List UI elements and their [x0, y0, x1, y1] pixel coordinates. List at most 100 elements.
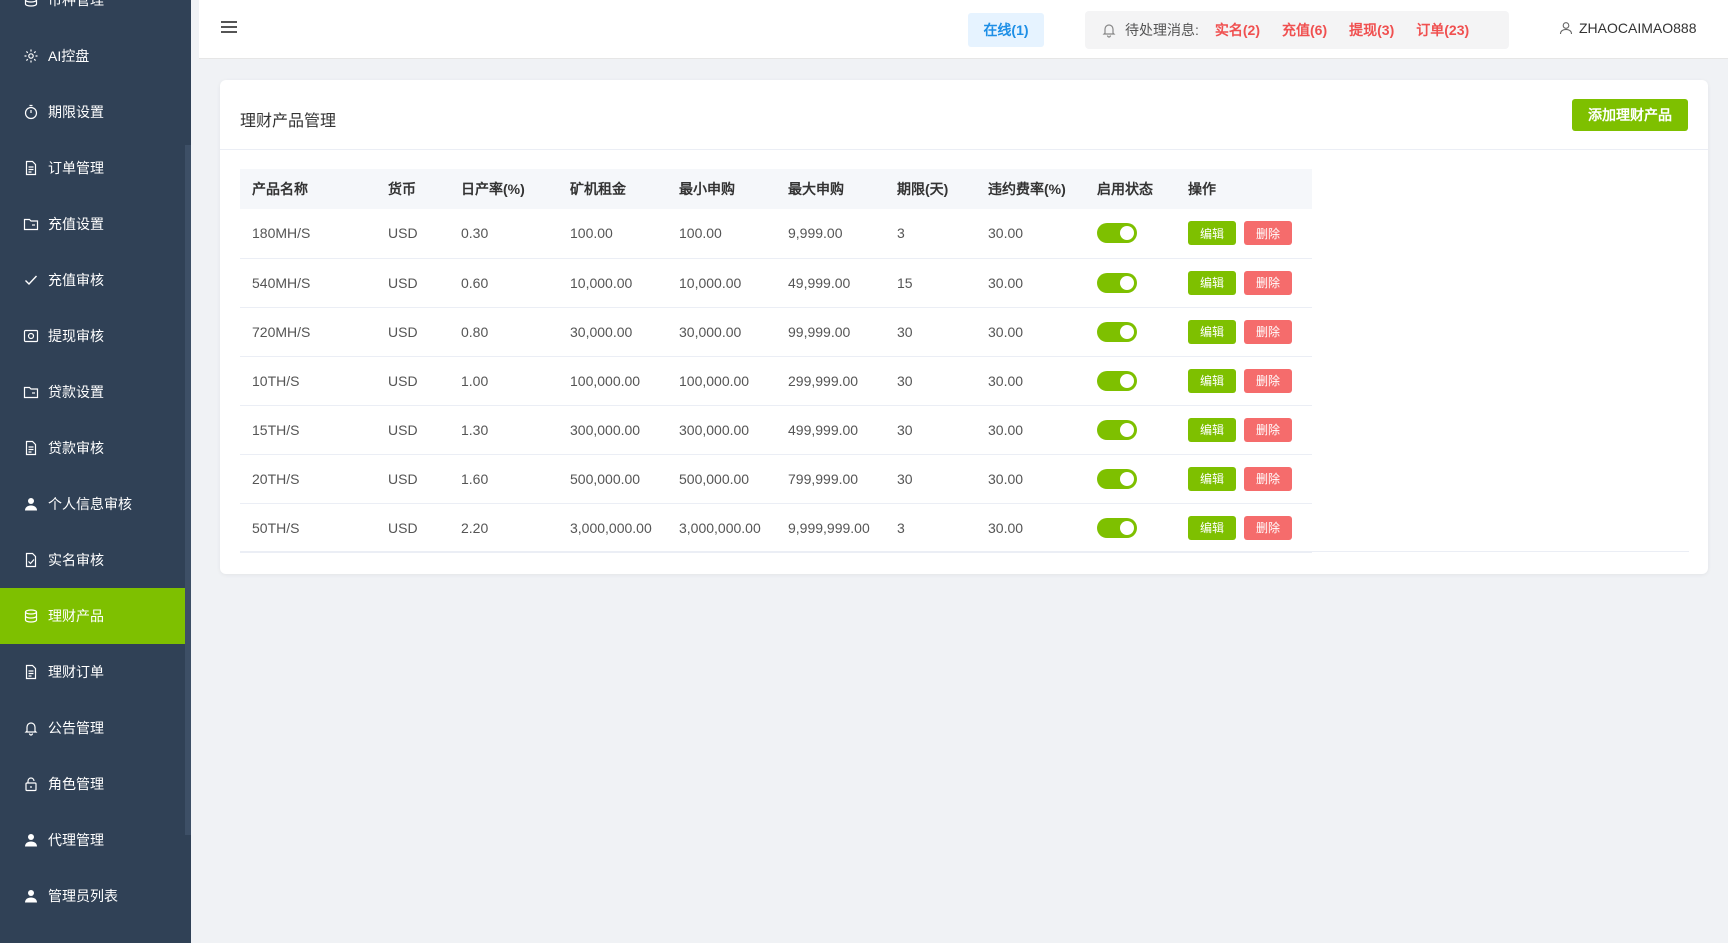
column-header: 违约费率(%) — [976, 169, 1085, 209]
enable-switch[interactable] — [1097, 321, 1137, 342]
sidebar-item[interactable]: 期限设置 — [0, 84, 191, 140]
sidebar-item[interactable]: 充值设置 — [0, 196, 191, 252]
cell-status — [1085, 307, 1176, 357]
pending-order-link[interactable]: 订单(23) — [1416, 20, 1469, 40]
table-row: 10TH/S USD 1.00 100,000.00 100,000.00 299,999… — [240, 356, 1312, 406]
cell-max: 299,999.00 — [776, 356, 885, 406]
sidebar-item-label: 理财订单 — [48, 664, 104, 680]
edit-button[interactable]: 编辑 — [1188, 319, 1236, 344]
sidebar-item[interactable]: 贷款审核 — [0, 420, 191, 476]
sidebar-item[interactable]: 代理管理 — [0, 812, 191, 868]
pending-withdraw-link[interactable]: 提现(3) — [1349, 20, 1394, 40]
column-header: 期限(天) — [885, 169, 976, 209]
enable-switch[interactable] — [1097, 223, 1137, 244]
delete-button[interactable]: 删除 — [1244, 270, 1292, 295]
cell-rate: 0.60 — [449, 258, 558, 308]
sidebar-item-label: 期限设置 — [48, 104, 104, 120]
delete-button[interactable]: 删除 — [1244, 319, 1292, 344]
sidebar-item[interactable]: 充值审核 — [0, 252, 191, 308]
edit-button[interactable]: 编辑 — [1188, 466, 1236, 491]
enable-switch[interactable] — [1097, 419, 1137, 440]
timer-icon — [22, 103, 40, 121]
cell-name: 540MH/S — [240, 258, 376, 308]
cell-actions: 编辑 删除 — [1176, 405, 1312, 455]
sidebar-item[interactable]: 币种管理 — [0, 0, 191, 28]
cell-penalty: 30.00 — [976, 307, 1085, 357]
edit-button[interactable]: 编辑 — [1188, 368, 1236, 393]
table-body: 180MH/S USD 0.30 100.00 100.00 9,999.00 3 30.00… — [240, 209, 1312, 553]
edit-button[interactable]: 编辑 — [1188, 270, 1236, 295]
sidebar-item-label: 代理管理 — [48, 832, 104, 848]
delete-button[interactable]: 删除 — [1244, 368, 1292, 393]
cell-rent: 10,000.00 — [558, 258, 667, 308]
document-icon — [22, 439, 40, 457]
sidebar-item[interactable]: 实名审核 — [0, 532, 191, 588]
card-header: 理财产品管理 添加理财产品 — [220, 80, 1708, 150]
cell-max: 9,999,999.00 — [776, 503, 885, 553]
sidebar-item[interactable]: 订单管理 — [0, 140, 191, 196]
sidebar-item-label: 订单管理 — [48, 160, 104, 176]
sidebar-item-label: 个人信息审核 — [48, 496, 132, 512]
sidebar-item-label: 充值审核 — [48, 272, 104, 288]
sidebar-item[interactable]: 贷款设置 — [0, 364, 191, 420]
sidebar-item[interactable]: 理财订单 — [0, 644, 191, 700]
cell-rate: 1.00 — [449, 356, 558, 406]
online-count-badge[interactable]: 在线(1) — [968, 13, 1044, 47]
gear-icon — [22, 47, 40, 65]
cell-penalty: 30.00 — [976, 405, 1085, 455]
sidebar-item[interactable]: 角色管理 — [0, 756, 191, 812]
cell-rent: 300,000.00 — [558, 405, 667, 455]
cell-min: 30,000.00 — [667, 307, 776, 357]
cell-max: 99,999.00 — [776, 307, 885, 357]
enable-switch[interactable] — [1097, 517, 1137, 538]
edit-button[interactable]: 编辑 — [1188, 417, 1236, 442]
sidebar-scrollbar[interactable] — [185, 145, 191, 835]
sidebar-item[interactable]: 公告管理 — [0, 700, 191, 756]
pending-messages-bar: 待处理消息: 实名(2) 充值(6) 提现(3) 订单(23) — [1085, 11, 1509, 49]
lock-icon — [22, 775, 40, 793]
delete-button[interactable]: 删除 — [1244, 515, 1292, 540]
pending-realname-link[interactable]: 实名(2) — [1215, 20, 1260, 40]
delete-button[interactable]: 删除 — [1244, 417, 1292, 442]
cell-min: 500,000.00 — [667, 454, 776, 504]
add-product-button[interactable]: 添加理财产品 — [1572, 99, 1688, 131]
table-bottom-divider — [240, 551, 1689, 552]
document-check-icon — [22, 551, 40, 569]
sidebar-item-label: 角色管理 — [48, 776, 104, 792]
bell-icon — [1102, 24, 1116, 38]
cell-rent: 100.00 — [558, 209, 667, 259]
delete-button[interactable]: 删除 — [1244, 466, 1292, 491]
menu-toggle-icon[interactable] — [221, 21, 237, 37]
cell-days: 30 — [885, 454, 976, 504]
cell-max: 499,999.00 — [776, 405, 885, 455]
cell-days: 15 — [885, 258, 976, 308]
user-icon — [22, 495, 40, 513]
sidebar-item[interactable]: 管理员列表 — [0, 868, 191, 924]
edit-button[interactable]: 编辑 — [1188, 221, 1236, 246]
sidebar-item-label: 贷款设置 — [48, 384, 104, 400]
cell-max: 9,999.00 — [776, 209, 885, 259]
sidebar-item[interactable]: AI控盘 — [0, 28, 191, 84]
sidebar-item[interactable]: 理财产品 — [0, 588, 191, 644]
cell-penalty: 30.00 — [976, 356, 1085, 406]
enable-switch[interactable] — [1097, 468, 1137, 489]
cell-currency: USD — [376, 503, 449, 553]
column-header: 货币 — [376, 169, 449, 209]
sidebar-menu: 币种管理 AI控盘期限设置订单管理充值设置充值审核提现审核贷款设置贷款审核个人信息… — [0, 0, 191, 924]
cell-currency: USD — [376, 405, 449, 455]
folder-icon — [22, 215, 40, 233]
user-icon — [22, 831, 40, 849]
sidebar-item[interactable]: 提现审核 — [0, 308, 191, 364]
cell-currency: USD — [376, 454, 449, 504]
user-menu[interactable]: ZHAOCAIMAO888 — [1559, 20, 1696, 36]
edit-button[interactable]: 编辑 — [1188, 515, 1236, 540]
cell-min: 10,000.00 — [667, 258, 776, 308]
cell-min: 300,000.00 — [667, 405, 776, 455]
enable-switch[interactable] — [1097, 370, 1137, 391]
delete-button[interactable]: 删除 — [1244, 221, 1292, 246]
cell-name: 720MH/S — [240, 307, 376, 357]
sidebar-item[interactable]: 个人信息审核 — [0, 476, 191, 532]
enable-switch[interactable] — [1097, 272, 1137, 293]
pending-recharge-link[interactable]: 充值(6) — [1282, 20, 1327, 40]
cell-actions: 编辑 删除 — [1176, 258, 1312, 308]
